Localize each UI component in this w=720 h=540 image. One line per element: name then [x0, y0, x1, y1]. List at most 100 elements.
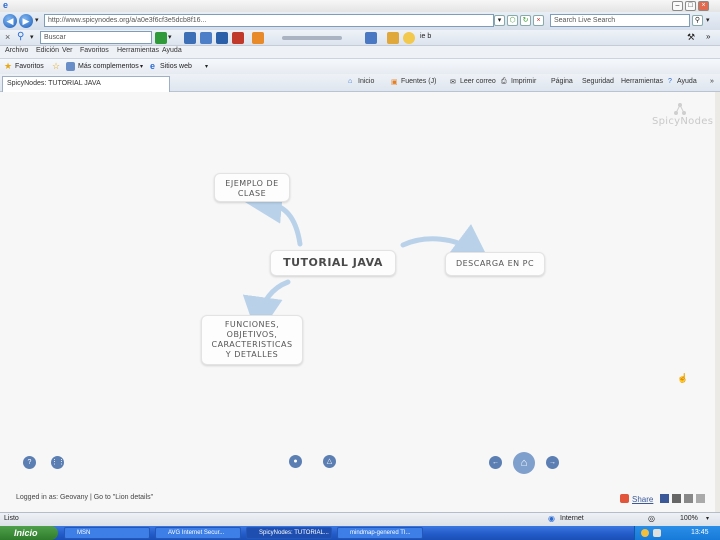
globe-icon: ◉ — [548, 514, 555, 523]
cmd-ayuda[interactable]: Ayuda — [677, 78, 697, 85]
stop-icon[interactable]: × — [533, 15, 544, 26]
menu-herramientas[interactable]: Herramientas — [117, 47, 159, 54]
chevron-down-icon[interactable]: ▾ — [706, 16, 710, 24]
close-button[interactable]: × — [698, 1, 709, 11]
tab-row: SpicyNodes: TUTORIAL JAVA ⌂ Inicio ▣ Fue… — [0, 74, 720, 92]
favorites-button[interactable]: Favoritos — [15, 63, 44, 70]
menu-ayuda[interactable]: Ayuda — [162, 47, 182, 54]
search-icon[interactable]: ⚲ — [692, 15, 703, 26]
node-descarga-en-pc[interactable]: DESCARGA EN PC — [445, 252, 545, 276]
toolbar-icon-3[interactable] — [216, 32, 228, 44]
sun-icon[interactable] — [403, 32, 415, 44]
compatibility-icon[interactable]: ⬡ — [507, 15, 518, 26]
home-icon[interactable]: ⌂ — [348, 78, 352, 85]
footer-login-text[interactable]: Logged in as: Geovany | Go to "Lion deta… — [16, 494, 153, 501]
search-icon[interactable]: ⚲ — [17, 31, 24, 42]
search-button[interactable]: ● — [289, 455, 302, 468]
link-icon[interactable] — [696, 494, 705, 503]
address-bar[interactable]: http://www.spicynodes.org/a/a0e3f6cf3e5d… — [44, 14, 494, 27]
menu-archivo[interactable]: Archivo — [5, 47, 28, 54]
protected-mode-icon[interactable]: ◎ — [648, 514, 655, 523]
share-icon[interactable] — [620, 494, 629, 503]
chevron-down-icon[interactable]: ▾ — [205, 63, 208, 70]
chevron-down-icon[interactable]: ▾ — [140, 63, 143, 70]
taskbar-item-avg[interactable]: AVG Internet Secur... — [155, 527, 241, 539]
menu-ver[interactable]: Ver — [62, 47, 73, 54]
print-icon[interactable] — [684, 494, 693, 503]
browser-tab[interactable]: SpicyNodes: TUTORIAL JAVA — [2, 76, 170, 92]
chevron-down-icon[interactable]: ▾ — [30, 33, 34, 41]
chevron-down-icon[interactable]: ▾ — [35, 16, 39, 24]
taskbar-item-mindmap[interactable]: mindmap-genered TI... — [337, 527, 423, 539]
help-icon[interactable]: ? — [668, 78, 672, 85]
title-bar: e – □ × — [0, 0, 720, 12]
cmd-seguridad[interactable]: Seguridad — [582, 78, 614, 85]
menu-bar: Archivo Edición Ver Favoritos Herramient… — [0, 46, 720, 58]
cmd-fuentes[interactable]: Fuentes (J) — [401, 78, 436, 85]
forward-button[interactable]: ▶ — [19, 14, 33, 28]
ie-toolbar-label[interactable]: ie b — [420, 33, 431, 40]
facebook-icon[interactable] — [660, 494, 669, 503]
chevron-down-icon[interactable]: ▾ — [168, 33, 172, 41]
node-tutorial-java[interactable]: TUTORIAL JAVA — [270, 250, 396, 276]
taskbar-item-msn[interactable]: MSN — [64, 527, 150, 539]
toolbar-slider[interactable] — [282, 36, 342, 40]
vertical-scrollbar[interactable] — [715, 92, 720, 512]
print-icon[interactable]: ⎙ — [501, 78, 507, 86]
menu-edicion[interactable]: Edición — [36, 47, 59, 54]
grid-button[interactable]: ⋮⋮ — [51, 456, 65, 469]
refresh-icon[interactable]: ↻ — [520, 15, 531, 26]
go-button[interactable] — [155, 32, 167, 44]
toolbar-icon-4[interactable] — [232, 32, 244, 44]
menu-favoritos[interactable]: Favoritos — [80, 47, 109, 54]
cmd-leer-correo[interactable]: Leer correo — [460, 78, 496, 85]
maximize-button[interactable]: □ — [685, 1, 696, 11]
node-ejemplo-de-clase[interactable]: EJEMPLO DE CLASE — [214, 173, 290, 202]
node-funciones[interactable]: FUNCIONES, OBJETIVOS, CARACTERISTICAS Y … — [201, 315, 303, 365]
spicynodes-canvas: SpicyNodes TUTORIAL JAVA EJEMPLO DE CLAS… — [0, 92, 715, 512]
favorites-bar: ★ Favoritos ☆ Más complementos ▾ e Sitio… — [0, 58, 720, 74]
status-text: Listo — [4, 515, 19, 522]
clock[interactable]: 13:45 — [691, 529, 709, 536]
search-input[interactable]: Search Live Search — [550, 14, 690, 27]
cmd-inicio[interactable]: Inicio — [358, 78, 374, 85]
feeds-icon[interactable]: ▣ — [391, 78, 398, 86]
add-favorite-icon[interactable]: ☆ — [52, 61, 60, 72]
address-row: ◀ ▶ ▾ http://www.spicynodes.org/a/a0e3f6… — [0, 12, 720, 30]
address-dropdown-icon[interactable]: ▾ — [494, 15, 505, 26]
arrow-to-right — [400, 224, 492, 264]
email-icon[interactable] — [672, 494, 681, 503]
share-button[interactable]: Share — [632, 495, 653, 504]
home-button[interactable]: ⌂ — [513, 452, 535, 474]
back-button[interactable]: ◀ — [3, 14, 17, 28]
prev-button[interactable]: ← — [489, 456, 502, 469]
chevron-down-icon[interactable]: ▾ — [706, 515, 709, 522]
help-button[interactable]: ? — [23, 456, 36, 469]
zoom-label[interactable]: 100% — [680, 515, 698, 522]
arrow-to-top — [242, 183, 303, 247]
next-button[interactable]: → — [546, 456, 559, 469]
ie-logo-icon: e — [3, 0, 9, 10]
cmd-pagina[interactable]: Página — [551, 78, 573, 85]
window-icon[interactable] — [365, 32, 377, 44]
close-toolbar-icon[interactable]: × — [5, 32, 10, 42]
favorites-link-2[interactable]: Sitios web — [160, 63, 192, 70]
wrench-icon[interactable]: ⚒ — [687, 32, 695, 43]
start-button[interactable]: Inicio — [0, 526, 58, 540]
mail-icon[interactable]: ✉ — [450, 78, 456, 86]
chevron-double-right-icon[interactable]: » — [710, 78, 714, 85]
home-small-button[interactable]: △ — [323, 455, 336, 468]
cmd-imprimir[interactable]: Imprimir — [511, 78, 536, 85]
cmd-herramientas[interactable]: Herramientas — [621, 78, 663, 85]
toolbar-icon-1[interactable] — [184, 32, 196, 44]
minimize-button[interactable]: – — [672, 1, 683, 11]
favorites-link-1[interactable]: Más complementos — [78, 63, 139, 70]
tray-icon-1[interactable] — [641, 529, 649, 537]
star-icon[interactable] — [252, 32, 264, 44]
chevron-double-right-icon[interactable]: » — [706, 32, 710, 41]
toolbar-icon-2[interactable] — [200, 32, 212, 44]
taskbar-item-spicynodes[interactable]: SpicyNodes: TUTORIAL... — [246, 527, 332, 539]
toolbar-search-field[interactable]: Buscar — [40, 31, 152, 44]
tray-icon-2[interactable] — [653, 529, 661, 537]
calendar-icon[interactable] — [387, 32, 399, 44]
